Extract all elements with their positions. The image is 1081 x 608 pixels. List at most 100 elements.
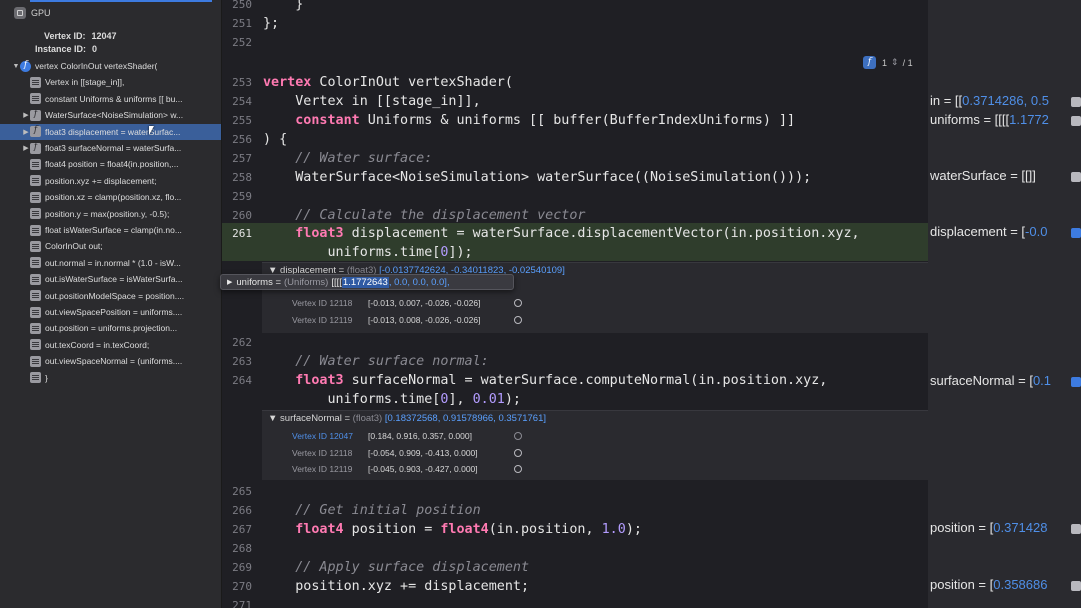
vertex-value-row[interactable]: Vertex ID 12047 [0.184, 0.916, 0.357, 0.… xyxy=(292,431,522,441)
lines-icon xyxy=(30,158,41,170)
result-name: displacement = [ xyxy=(930,224,1026,239)
lines-icon xyxy=(30,76,41,88)
result-preview-button[interactable] xyxy=(1071,377,1081,387)
result-value[interactable]: waterSurface = [[]] xyxy=(930,168,1036,183)
tree-item[interactable]: out.viewSpacePosition = uniforms.... xyxy=(0,304,221,320)
tree-item[interactable]: ColorInOut out; xyxy=(0,238,221,254)
result-preview-button[interactable] xyxy=(1071,524,1081,534)
code-line[interactable]: } xyxy=(263,0,303,14)
tree-item[interactable]: float4 position = float4(in.position,... xyxy=(0,156,221,172)
tree-item[interactable]: out.isWaterSurface = isWaterSurfa... xyxy=(0,271,221,287)
lines-icon xyxy=(30,290,41,302)
vertex-value-row[interactable]: Vertex ID 12118 [-0.013, 0.007, -0.026, … xyxy=(292,298,522,308)
tree-item[interactable]: out.normal = in.normal * (1.0 - isW... xyxy=(0,255,221,271)
uniforms-value-tooltip[interactable]: ▶ uniforms = (Uniforms) [[[[ 1.1772643 ,… xyxy=(220,274,514,290)
gpu-header[interactable]: GPU xyxy=(14,6,51,20)
tree-item[interactable]: out.viewSpaceNormal = (uniforms.... xyxy=(0,353,221,369)
code-line[interactable]: float3 displacement = waterSurface.displ… xyxy=(263,224,859,243)
surface-normal-var-type: (float3) xyxy=(352,413,383,424)
line-number: 255 xyxy=(232,114,252,127)
code-line[interactable]: uniforms.time[0]); xyxy=(263,243,472,262)
select-vertex-circle-icon[interactable] xyxy=(514,449,522,457)
code-line[interactable]: ) { xyxy=(263,130,287,149)
gpu-label: GPU xyxy=(31,8,51,18)
line-number: 261 xyxy=(232,227,252,240)
result-value[interactable]: uniforms = [[[[1.1772 xyxy=(930,112,1049,127)
source-editor[interactable]: f 1 ⇕ / 1 250 } 251}; 252 253 vertex ColorIn… xyxy=(222,0,928,608)
result-value[interactable]: in = [[0.3714286, 0.5 xyxy=(930,93,1049,108)
tree-item[interactable]: out.texCoord = in.texCoord; xyxy=(0,337,221,353)
code-line[interactable]: WaterSurface<NoiseSimulation> waterSurfa… xyxy=(263,168,811,187)
disclosure-triangle-icon[interactable]: ▶ xyxy=(22,128,30,136)
code-line[interactable]: // Water surface: xyxy=(263,149,432,168)
function-icon: f xyxy=(863,56,876,69)
tree-item[interactable]: out.positionModelSpace = position.... xyxy=(0,288,221,304)
function-icon xyxy=(30,125,41,138)
code-line[interactable]: float4 position = float4(in.position, 1.… xyxy=(263,520,642,539)
line-number: 263 xyxy=(232,355,252,368)
result-name: position = [ xyxy=(930,520,994,535)
uniforms-selected-value[interactable]: 1.1772643 xyxy=(341,276,389,288)
scope-total: / 1 xyxy=(902,57,913,68)
scope-badge[interactable]: f 1 ⇕ / 1 xyxy=(863,56,913,69)
select-vertex-circle-icon[interactable] xyxy=(514,432,522,440)
result-value[interactable]: displacement = [-0.0 xyxy=(930,224,1047,239)
tree-item-label: out.positionModelSpace = position.... xyxy=(45,290,185,301)
code-line[interactable]: constant Uniforms & uniforms [[ buffer(B… xyxy=(263,111,795,130)
disclosure-triangle-icon[interactable]: ▶ xyxy=(227,278,232,286)
result-preview-button[interactable] xyxy=(1071,172,1081,182)
vertex-id-value: 12047 xyxy=(91,31,117,41)
tree-item[interactable]: position.y = max(position.y, -0.5); xyxy=(0,206,221,222)
code-line[interactable]: Vertex in [[stage_in]], xyxy=(263,92,480,111)
tree-item[interactable]: position.xz = clamp(position.xz, flo... xyxy=(0,189,221,205)
code-line[interactable]: position.xyz += displacement; xyxy=(263,577,529,596)
tree-item[interactable]: } xyxy=(0,370,221,386)
code-line[interactable]: float3 surfaceNormal = waterSurface.comp… xyxy=(263,371,827,390)
code-line[interactable]: // Get initial position xyxy=(263,501,480,520)
vertex-value-row[interactable]: Vertex ID 12118 [-0.054, 0.909, -0.413, … xyxy=(292,448,522,458)
tree-item[interactable]: position.xyz += displacement; xyxy=(0,173,221,189)
result-preview-button[interactable] xyxy=(1071,116,1081,126)
tree-item[interactable]: ▶ WaterSurface<NoiseSimulation> w... xyxy=(0,107,221,123)
result-value[interactable]: surfaceNormal = [0.1 xyxy=(930,373,1051,388)
vertex-value: [-0.054, 0.909, -0.413, 0.000] xyxy=(368,448,478,458)
surface-normal-var-name: surfaceNormal = xyxy=(280,413,351,424)
disclosure-triangle-icon[interactable]: ▶ xyxy=(22,111,30,119)
code-line[interactable]: // Calculate the displacement vector xyxy=(263,206,585,225)
disclosure-triangle-icon[interactable]: ▼ xyxy=(12,63,20,70)
line-number: 250 xyxy=(232,0,252,11)
select-vertex-circle-icon[interactable] xyxy=(514,316,522,324)
result-value[interactable]: position = [0.358686 xyxy=(930,577,1047,592)
disclosure-triangle-icon[interactable]: ▶ xyxy=(22,144,30,152)
line-number: 271 xyxy=(232,599,252,608)
vertex-id-label: Vertex ID 12047 xyxy=(292,431,353,441)
result-preview-button[interactable] xyxy=(1071,97,1081,107)
tree-item[interactable]: float isWaterSurface = clamp(in.no... xyxy=(0,222,221,238)
code-line[interactable]: // Water surface normal: xyxy=(263,352,489,371)
lines-icon xyxy=(30,93,41,105)
line-number: 259 xyxy=(232,190,252,203)
vertex-id-label: Vertex ID 12118 xyxy=(292,298,353,308)
code-line[interactable]: vertex ColorInOut vertexShader( xyxy=(263,73,513,92)
result-value[interactable]: position = [0.371428 xyxy=(930,520,1047,535)
code-line[interactable]: }; xyxy=(263,14,279,33)
result-number: -0.0 xyxy=(1025,224,1048,239)
vertex-value-row[interactable]: Vertex ID 12119 [-0.045, 0.903, -0.427, … xyxy=(292,464,522,474)
vertex-value-row[interactable]: Vertex ID 12119 [-0.013, 0.008, -0.026, … xyxy=(292,315,522,325)
code-line[interactable]: uniforms.time[0], 0.01); xyxy=(263,390,521,409)
select-vertex-circle-icon[interactable] xyxy=(514,299,522,307)
stepper-icon[interactable]: ⇕ xyxy=(891,57,899,68)
tree-item[interactable]: ▶ float3 displacement = waterSurfac... xyxy=(0,123,221,140)
code-line[interactable]: // Apply surface displacement xyxy=(263,558,529,577)
tree-item[interactable]: Vertex in [[stage_in]], xyxy=(0,74,221,90)
debug-navigator-sidebar: GPU Vertex ID: 12047 Instance ID: 0 ▼ verte… xyxy=(0,0,222,608)
result-preview-button[interactable] xyxy=(1071,228,1081,238)
tree-item[interactable]: constant Uniforms & uniforms [[ bu... xyxy=(0,91,221,107)
result-preview-button[interactable] xyxy=(1071,581,1081,591)
tree-item[interactable]: ▶ float3 surfaceNormal = waterSurfa... xyxy=(0,140,221,156)
tree-item[interactable]: ▼ vertex ColorInOut vertexShader( xyxy=(0,58,221,74)
disclosure-triangle-icon[interactable]: ▼ xyxy=(268,413,277,424)
select-vertex-circle-icon[interactable] xyxy=(514,465,522,473)
surface-normal-panel-header[interactable]: ▼ surfaceNormal = (float3) [0.18372568, … xyxy=(268,413,546,424)
tree-item[interactable]: out.position = uniforms.projection... xyxy=(0,320,221,336)
